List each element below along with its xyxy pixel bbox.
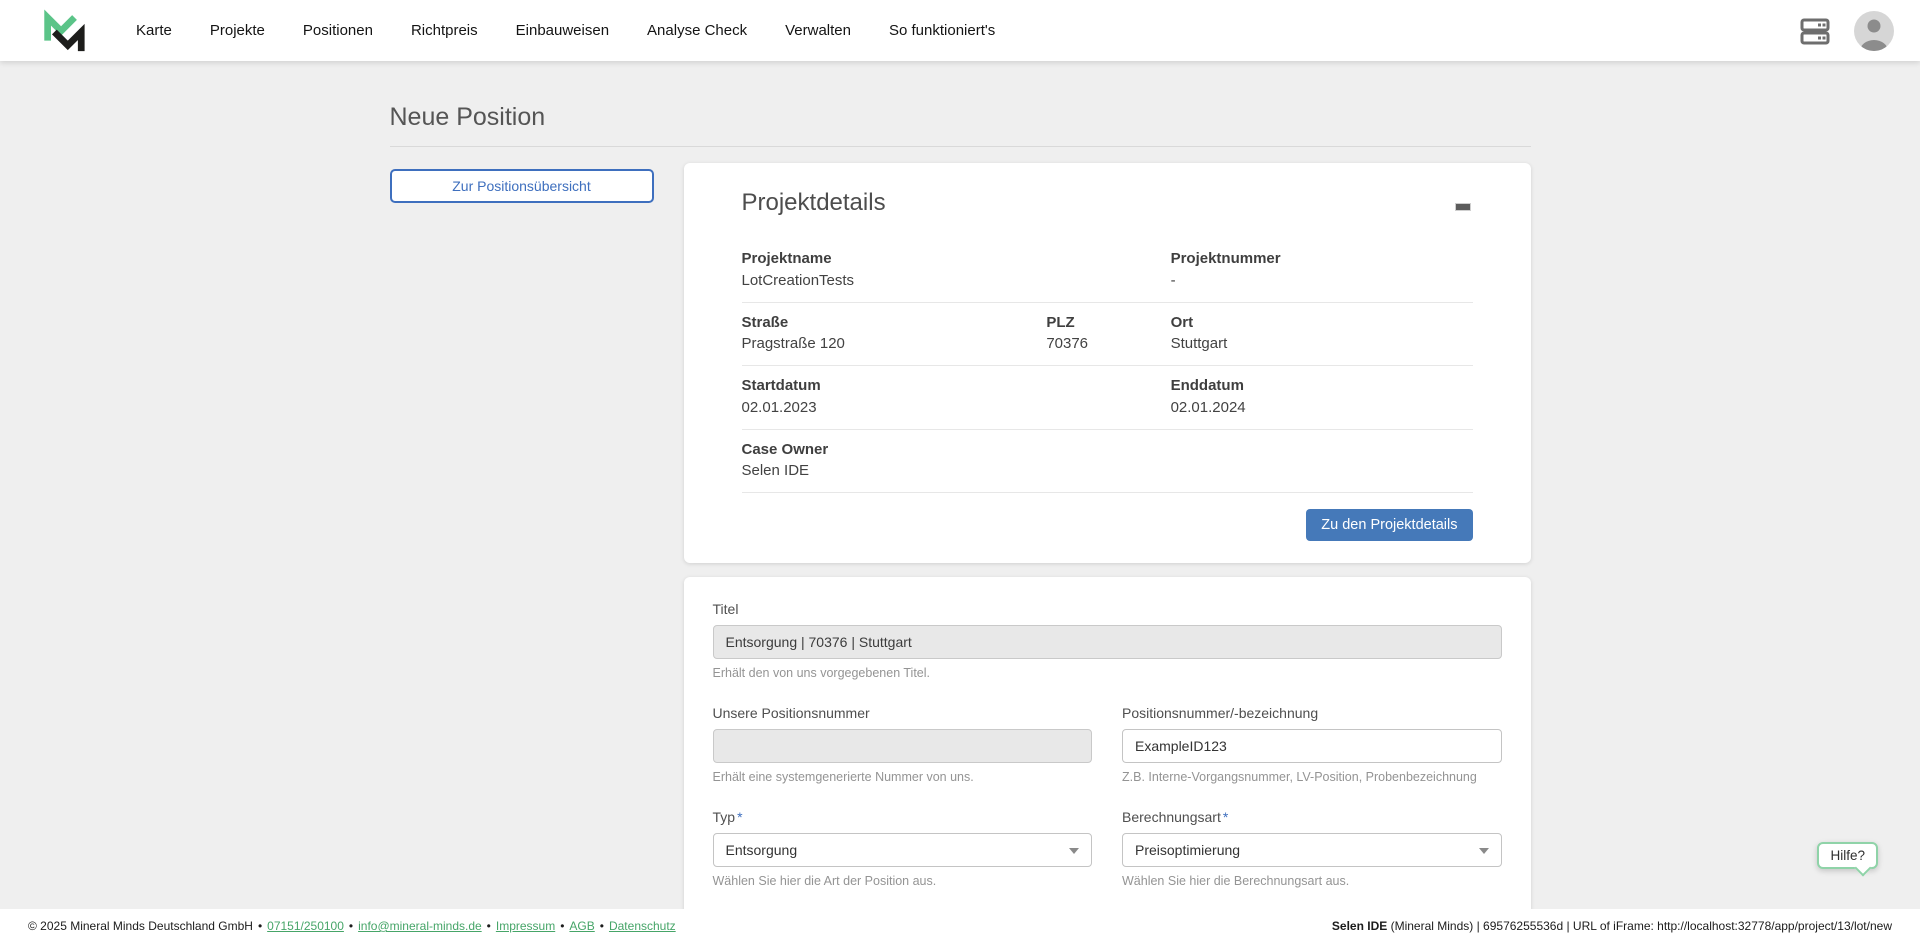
field-label: Straße (742, 312, 1047, 334)
right-column: Projektdetails Projektname LotCreationTe… (684, 163, 1531, 943)
unsere-positionsnummer-input (713, 729, 1093, 763)
field-ort: Ort Stuttgart (1171, 312, 1473, 356)
field-label: Projektname (742, 248, 1171, 270)
table-row: Startdatum 02.01.2023 Enddatum 02.01.202… (742, 366, 1473, 430)
new-position-form-card: Titel Erhält den von uns vorgegebenen Ti… (684, 577, 1531, 943)
typ-selected-value: Entsorgung (726, 842, 798, 858)
footer-link-agb[interactable]: AGB (569, 919, 594, 933)
positionsnummer-input[interactable] (1122, 729, 1502, 763)
field-plz: PLZ 70376 (1046, 312, 1170, 356)
typ-label-text: Typ (713, 809, 736, 825)
berechnungsart-field-group: Berechnungsart* Preisoptimierung Wählen … (1122, 809, 1502, 888)
mineral-minds-logo-icon[interactable] (38, 7, 88, 55)
footer-link-email[interactable]: info@mineral-minds.de (358, 919, 482, 933)
titel-label: Titel (713, 601, 1502, 617)
separator: • (600, 919, 604, 933)
footer: © 2025 Mineral Minds Deutschland GmbH • … (0, 909, 1920, 943)
required-asterisk: * (1223, 809, 1228, 825)
field-value: 02.01.2023 (742, 397, 1171, 419)
table-row: Projektname LotCreationTests Projektnumm… (742, 239, 1473, 303)
server-dns-icon[interactable] (1798, 14, 1832, 48)
nav-item-einbauweisen[interactable]: Einbauweisen (516, 22, 609, 39)
field-startdatum: Startdatum 02.01.2023 (742, 375, 1171, 419)
berechnungsart-select[interactable]: Preisoptimierung (1122, 833, 1502, 867)
field-projektnummer: Projektnummer - (1171, 248, 1473, 292)
titel-field-group: Titel Erhält den von uns vorgegebenen Ti… (713, 601, 1502, 680)
field-label: Startdatum (742, 375, 1171, 397)
required-asterisk: * (737, 809, 742, 825)
footer-session-info: Selen IDE (Mineral Minds) | 69576255536d… (1332, 919, 1892, 933)
field-enddatum: Enddatum 02.01.2024 (1171, 375, 1473, 419)
typ-label: Typ* (713, 809, 1093, 825)
minus-icon (1455, 203, 1471, 211)
footer-link-datenschutz[interactable]: Datenschutz (609, 919, 676, 933)
go-to-project-details-button[interactable]: Zu den Projektdetails (1306, 509, 1472, 541)
project-details-table: Projektname LotCreationTests Projektnumm… (742, 239, 1473, 493)
field-label: PLZ (1046, 312, 1170, 334)
positionsnummer-label: Positionsnummer/-bezeichnung (1122, 705, 1502, 721)
separator: • (560, 919, 564, 933)
field-label: Enddatum (1171, 375, 1473, 397)
nav-item-verwalten[interactable]: Verwalten (785, 22, 851, 39)
unsere-positionsnummer-helper: Erhält eine systemgenerierte Nummer von … (713, 770, 1093, 784)
field-label: Case Owner (742, 439, 1473, 461)
nav-item-projekte[interactable]: Projekte (210, 22, 265, 39)
field-strasse: Straße Pragstraße 120 (742, 312, 1047, 356)
typ-field-group: Typ* Entsorgung Wählen Sie hier die Art … (713, 809, 1093, 888)
unsere-positionsnummer-field-group: Unsere Positionsnummer Erhält eine syste… (713, 705, 1093, 784)
nav-right-controls (1798, 11, 1894, 51)
footer-user-name: Selen IDE (1332, 919, 1387, 933)
copyright-text: © 2025 Mineral Minds Deutschland GmbH (28, 919, 253, 933)
nav-item-analyse-check[interactable]: Analyse Check (647, 22, 747, 39)
typ-helper: Wählen Sie hier die Art der Position aus… (713, 874, 1093, 888)
chevron-down-icon (1479, 848, 1489, 854)
titel-input (713, 625, 1502, 659)
typ-select[interactable]: Entsorgung (713, 833, 1093, 867)
left-column: Zur Positionsübersicht (390, 163, 654, 943)
footer-session-details: (Mineral Minds) | 69576255536d | URL of … (1387, 919, 1892, 933)
separator: • (349, 919, 353, 933)
field-value: - (1171, 270, 1473, 292)
help-button[interactable]: Hilfe? (1817, 842, 1878, 869)
positionsnummer-field-group: Positionsnummer/-bezeichnung Z.B. Intern… (1122, 705, 1502, 784)
page-title: Neue Position (390, 103, 1531, 147)
field-value: Pragstraße 120 (742, 333, 1047, 355)
field-label: Projektnummer (1171, 248, 1473, 270)
user-avatar-icon[interactable] (1854, 11, 1894, 51)
footer-link-impressum[interactable]: Impressum (496, 919, 555, 933)
nav-item-richtpreis[interactable]: Richtpreis (411, 22, 478, 39)
table-row: Case Owner Selen IDE (742, 430, 1473, 494)
field-projektname: Projektname LotCreationTests (742, 248, 1171, 292)
field-label: Ort (1171, 312, 1473, 334)
top-navbar: Karte Projekte Positionen Richtpreis Ein… (0, 0, 1920, 61)
collapse-card-button[interactable] (1453, 197, 1473, 217)
field-value: Selen IDE (742, 460, 1473, 482)
main-nav: Karte Projekte Positionen Richtpreis Ein… (136, 22, 995, 39)
titel-helper: Erhält den von uns vorgegebenen Titel. (713, 666, 1502, 680)
main-content: Neue Position Zur Positionsübersicht Pro… (390, 61, 1531, 943)
project-card-title: Projektdetails (742, 189, 886, 217)
back-to-positions-button[interactable]: Zur Positionsübersicht (390, 169, 654, 203)
berechnungsart-helper: Wählen Sie hier die Berechnungsart aus. (1122, 874, 1502, 888)
field-value: Stuttgart (1171, 333, 1473, 355)
field-value: 02.01.2024 (1171, 397, 1473, 419)
nav-item-so-funktionierts[interactable]: So funktioniert's (889, 22, 995, 39)
separator: • (487, 919, 491, 933)
separator: • (258, 919, 262, 933)
positionsnummer-helper: Z.B. Interne-Vorgangsnummer, LV-Position… (1122, 770, 1502, 784)
nav-item-positionen[interactable]: Positionen (303, 22, 373, 39)
field-value: LotCreationTests (742, 270, 1171, 292)
unsere-positionsnummer-label: Unsere Positionsnummer (713, 705, 1093, 721)
project-details-card: Projektdetails Projektname LotCreationTe… (684, 163, 1531, 563)
footer-left: © 2025 Mineral Minds Deutschland GmbH • … (28, 919, 676, 933)
field-case-owner: Case Owner Selen IDE (742, 439, 1473, 483)
table-row: Straße Pragstraße 120 PLZ 70376 Ort Stut… (742, 303, 1473, 367)
footer-link-phone[interactable]: 07151/250100 (267, 919, 344, 933)
chevron-down-icon (1069, 848, 1079, 854)
berechnungsart-label: Berechnungsart* (1122, 809, 1502, 825)
berechnungsart-label-text: Berechnungsart (1122, 809, 1221, 825)
field-value: 70376 (1046, 333, 1170, 355)
berechnungsart-selected-value: Preisoptimierung (1135, 842, 1240, 858)
nav-item-karte[interactable]: Karte (136, 22, 172, 39)
